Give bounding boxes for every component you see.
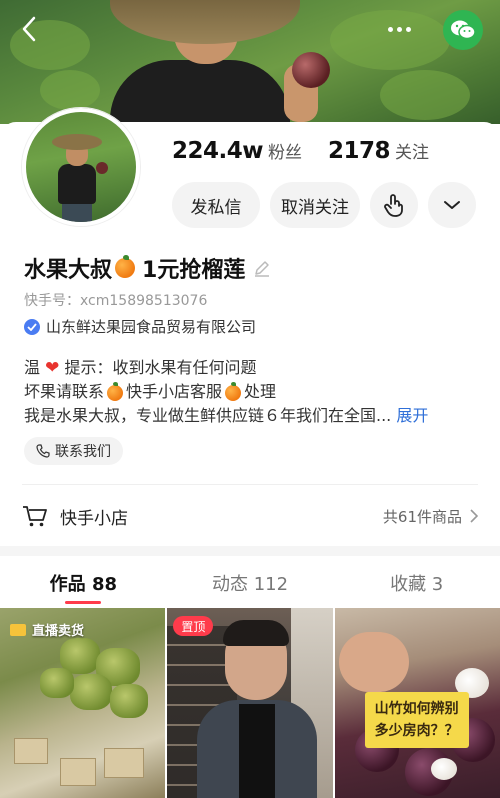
profile-actions: 发私信 取消关注 — [172, 182, 476, 228]
bio-line2-b: 快手小店客服 — [126, 382, 223, 401]
profile-cover-image — [0, 0, 500, 124]
bio-line1-text: 提示：收到水果有任何问题 — [64, 358, 257, 377]
expand-bio-link[interactable]: 展开 — [396, 406, 428, 425]
wechat-icon — [451, 20, 476, 40]
bio-line2-c: 处理 — [244, 382, 277, 401]
orange-emoji-icon — [115, 255, 136, 278]
post-thumbnail[interactable]: 置顶 — [167, 608, 333, 798]
followers-label[interactable]: 粉丝 — [268, 138, 302, 163]
orange-emoji-icon — [107, 381, 124, 401]
shopping-cart-icon — [23, 506, 47, 527]
unfollow-button[interactable]: 取消关注 — [270, 182, 360, 228]
send-message-button[interactable]: 发私信 — [172, 182, 260, 228]
hand-tap-icon — [384, 194, 403, 217]
bio-line2-a: 坏果请联系 — [24, 382, 105, 401]
share-wechat-button[interactable] — [443, 10, 483, 50]
caption-line1: 山竹如何辨别 — [374, 701, 459, 717]
more-options-button[interactable] — [382, 16, 416, 42]
post-thumbnail[interactable]: 山竹如何辨别 多少房肉？？ — [334, 608, 500, 798]
user-id[interactable]: 快手号：xcm15898513076 — [24, 290, 207, 310]
cart-icon — [10, 623, 26, 636]
caption-line2: 多少房肉？？ — [374, 723, 459, 739]
phone-icon — [36, 444, 50, 458]
divider — [22, 484, 478, 485]
followers-count[interactable]: 224.4w — [172, 138, 264, 164]
bio-line3: 我是水果大叔，专业做生鲜供应链６年我们在全国... — [24, 406, 392, 425]
kuaishou-shop-row[interactable]: 快手小店 共61件商品 — [22, 496, 478, 536]
following-label[interactable]: 关注 — [395, 138, 429, 163]
tab-works[interactable]: 作品 88 — [0, 560, 167, 606]
heart-emoji-icon: ❤ — [45, 358, 60, 378]
chevron-left-icon — [22, 16, 36, 42]
pencil-icon — [255, 261, 270, 277]
profile-stats: 224.4w 粉丝 2178 关注 — [172, 138, 455, 164]
following-count[interactable]: 2178 — [328, 138, 391, 164]
edit-name-button[interactable] — [253, 259, 271, 277]
bio: 温 ❤ 提示：收到水果有任何问题 坏果请联系 快手小店客服 处理 我是水果大叔，专业… — [24, 356, 480, 428]
live-selling-label: 直播卖货 — [32, 624, 85, 639]
verified-badge-icon — [24, 318, 40, 335]
gesture-button[interactable] — [370, 182, 418, 228]
avatar[interactable] — [22, 108, 140, 226]
profile-name: 水果大叔 1元抢榴莲 — [24, 252, 271, 284]
profile-tabs: 作品 88 动态 112 收藏 3 — [0, 560, 500, 606]
post-thumbnail[interactable]: 直播卖货 — [0, 608, 166, 798]
chevron-right-icon — [470, 509, 478, 523]
orange-emoji-icon — [225, 381, 242, 401]
more-dots-icon — [387, 26, 393, 32]
shop-title: 快手小店 — [60, 508, 128, 529]
tab-moments[interactable]: 动态 112 — [167, 560, 334, 606]
pinned-tag: 置顶 — [173, 616, 214, 636]
chevron-down-icon — [444, 201, 460, 209]
bio-line1-prefix: 温 — [24, 358, 41, 377]
posts-grid: 直播卖货 置顶 山竹如何辨别 多少房肉？？ — [0, 608, 500, 798]
contact-us-label: 联系我们 — [55, 444, 111, 460]
name-part2: 1元抢榴莲 — [142, 258, 246, 283]
company-name: 山东鲜达果园食品贸易有限公司 — [46, 318, 257, 336]
more-actions-dropdown[interactable] — [428, 182, 476, 228]
contact-us-button[interactable]: 联系我们 — [24, 437, 123, 465]
back-button[interactable] — [14, 14, 44, 44]
name-part1: 水果大叔 — [24, 258, 113, 283]
shop-item-count: 共61件商品 — [382, 507, 462, 526]
section-gap — [0, 546, 500, 556]
live-selling-tag: 直播卖货 — [10, 620, 84, 639]
caption-box: 山竹如何辨别 多少房肉？？ — [364, 692, 469, 748]
tab-favorites[interactable]: 收藏 3 — [333, 560, 500, 606]
verified-company[interactable]: 山东鲜达果园食品贸易有限公司 — [24, 316, 256, 337]
